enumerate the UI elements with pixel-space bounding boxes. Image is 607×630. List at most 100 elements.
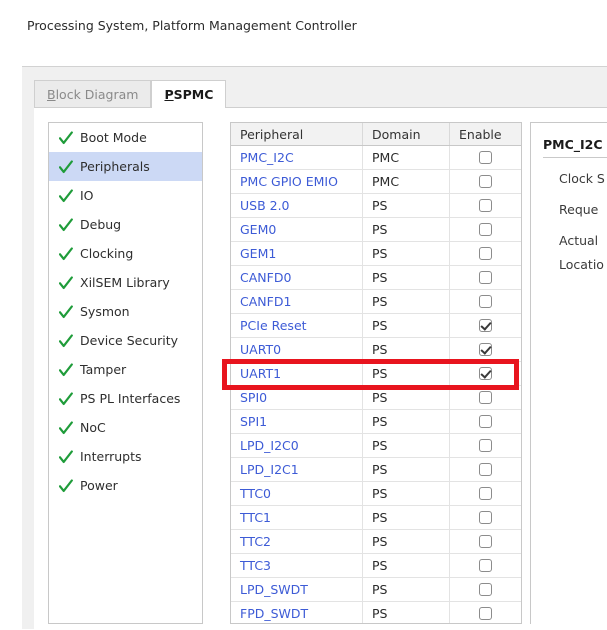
checkbox-unchecked[interactable] — [479, 535, 492, 548]
cell-enable[interactable] — [450, 578, 521, 601]
sidebar-item-device-security[interactable]: Device Security — [49, 326, 202, 355]
cell-enable[interactable] — [450, 554, 521, 577]
checkbox-unchecked[interactable] — [479, 391, 492, 404]
checkbox-unchecked[interactable] — [479, 487, 492, 500]
checkbox-unchecked[interactable] — [479, 463, 492, 476]
cell-peripheral-name[interactable]: TTC0 — [231, 482, 363, 505]
sidebar-item-clocking[interactable]: Clocking — [49, 239, 202, 268]
table-row[interactable]: SPI0PS — [231, 386, 521, 410]
configuration-nav-tree[interactable]: Boot ModePeripheralsIODebugClockingXilSE… — [48, 122, 203, 624]
table-row[interactable]: TTC3PS — [231, 554, 521, 578]
cell-peripheral-name[interactable]: TTC1 — [231, 506, 363, 529]
peripherals-table[interactable]: Peripheral Domain Enable PMC_I2CPMCPMC G… — [230, 122, 522, 624]
checkbox-unchecked[interactable] — [479, 583, 492, 596]
sidebar-item-io[interactable]: IO — [49, 181, 202, 210]
cell-enable[interactable] — [450, 506, 521, 529]
cell-enable[interactable] — [450, 410, 521, 433]
table-row[interactable]: PCIe ResetPS — [231, 314, 521, 338]
table-row[interactable]: GEM1PS — [231, 242, 521, 266]
cell-peripheral-name[interactable]: PCIe Reset — [231, 314, 363, 337]
cell-enable[interactable] — [450, 290, 521, 313]
cell-peripheral-name[interactable]: USB 2.0 — [231, 194, 363, 217]
table-row[interactable]: CANFD0PS — [231, 266, 521, 290]
sidebar-item-sysmon[interactable]: Sysmon — [49, 297, 202, 326]
table-row[interactable]: USB 2.0PS — [231, 194, 521, 218]
sidebar-item-tamper[interactable]: Tamper — [49, 355, 202, 384]
cell-enable[interactable] — [450, 602, 521, 624]
cell-peripheral-name[interactable]: GEM0 — [231, 218, 363, 241]
table-row[interactable]: TTC0PS — [231, 482, 521, 506]
cell-peripheral-name[interactable]: SPI1 — [231, 410, 363, 433]
column-header-enable[interactable]: Enable — [450, 123, 521, 145]
checkbox-unchecked[interactable] — [479, 175, 492, 188]
table-row[interactable]: FPD_SWDTPS — [231, 602, 521, 624]
cell-enable[interactable] — [450, 218, 521, 241]
table-row[interactable]: LPD_I2C1PS — [231, 458, 521, 482]
sidebar-item-boot-mode[interactable]: Boot Mode — [49, 123, 202, 152]
table-row[interactable]: LPD_SWDTPS — [231, 578, 521, 602]
cell-enable[interactable] — [450, 386, 521, 409]
checkbox-unchecked[interactable] — [479, 271, 492, 284]
checkbox-checked[interactable] — [479, 319, 492, 332]
cell-peripheral-name[interactable]: UART1 — [231, 362, 363, 385]
checkbox-unchecked[interactable] — [479, 559, 492, 572]
sidebar-item-noc[interactable]: NoC — [49, 413, 202, 442]
cell-peripheral-name[interactable]: TTC2 — [231, 530, 363, 553]
table-row[interactable]: PMC_I2CPMC — [231, 146, 521, 170]
sidebar-item-debug[interactable]: Debug — [49, 210, 202, 239]
column-header-peripheral[interactable]: Peripheral — [231, 123, 363, 145]
cell-enable[interactable] — [450, 170, 521, 193]
cell-enable[interactable] — [450, 146, 521, 169]
sidebar-item-interrupts[interactable]: Interrupts — [49, 442, 202, 471]
cell-peripheral-name[interactable]: FPD_SWDT — [231, 602, 363, 624]
checkbox-unchecked[interactable] — [479, 415, 492, 428]
cell-peripheral-name[interactable]: LPD_SWDT — [231, 578, 363, 601]
checkbox-checked[interactable] — [479, 367, 492, 380]
cell-enable[interactable] — [450, 482, 521, 505]
tab-block-diagram[interactable]: Block Diagram — [34, 80, 151, 108]
table-row[interactable]: CANFD1PS — [231, 290, 521, 314]
cell-enable[interactable] — [450, 314, 521, 337]
column-header-domain[interactable]: Domain — [363, 123, 450, 145]
cell-enable[interactable] — [450, 194, 521, 217]
checkbox-unchecked[interactable] — [479, 295, 492, 308]
cell-peripheral-name[interactable]: TTC3 — [231, 554, 363, 577]
sidebar-item-peripherals[interactable]: Peripherals — [49, 152, 202, 181]
cell-peripheral-name[interactable]: CANFD1 — [231, 290, 363, 313]
sidebar-item-xilsem-library[interactable]: XilSEM Library — [49, 268, 202, 297]
cell-peripheral-name[interactable]: LPD_I2C0 — [231, 434, 363, 457]
cell-enable[interactable] — [450, 362, 521, 385]
table-row[interactable]: TTC1PS — [231, 506, 521, 530]
cell-peripheral-name[interactable]: SPI0 — [231, 386, 363, 409]
cell-peripheral-name[interactable]: GEM1 — [231, 242, 363, 265]
table-row[interactable]: SPI1PS — [231, 410, 521, 434]
tab-pspmc[interactable]: PSPMC — [151, 80, 226, 108]
sidebar-item-power[interactable]: Power — [49, 471, 202, 500]
checkbox-unchecked[interactable] — [479, 151, 492, 164]
table-row[interactable]: UART1PS — [231, 362, 521, 386]
cell-enable[interactable] — [450, 458, 521, 481]
table-row[interactable]: GEM0PS — [231, 218, 521, 242]
checkbox-checked[interactable] — [479, 343, 492, 356]
cell-peripheral-name[interactable]: UART0 — [231, 338, 363, 361]
cell-peripheral-name[interactable]: CANFD0 — [231, 266, 363, 289]
checkbox-unchecked[interactable] — [479, 511, 492, 524]
checkbox-unchecked[interactable] — [479, 199, 492, 212]
cell-enable[interactable] — [450, 434, 521, 457]
checkbox-unchecked[interactable] — [479, 439, 492, 452]
checkbox-unchecked[interactable] — [479, 223, 492, 236]
cell-peripheral-name[interactable]: PMC GPIO EMIO — [231, 170, 363, 193]
cell-enable[interactable] — [450, 530, 521, 553]
checkbox-unchecked[interactable] — [479, 247, 492, 260]
cell-enable[interactable] — [450, 242, 521, 265]
cell-peripheral-name[interactable]: PMC_I2C — [231, 146, 363, 169]
cell-enable[interactable] — [450, 338, 521, 361]
table-row[interactable]: LPD_I2C0PS — [231, 434, 521, 458]
cell-enable[interactable] — [450, 266, 521, 289]
table-row[interactable]: PMC GPIO EMIOPMC — [231, 170, 521, 194]
table-row[interactable]: UART0PS — [231, 338, 521, 362]
checkbox-unchecked[interactable] — [479, 607, 492, 620]
sidebar-item-ps-pl-interfaces[interactable]: PS PL Interfaces — [49, 384, 202, 413]
table-row[interactable]: TTC2PS — [231, 530, 521, 554]
cell-peripheral-name[interactable]: LPD_I2C1 — [231, 458, 363, 481]
